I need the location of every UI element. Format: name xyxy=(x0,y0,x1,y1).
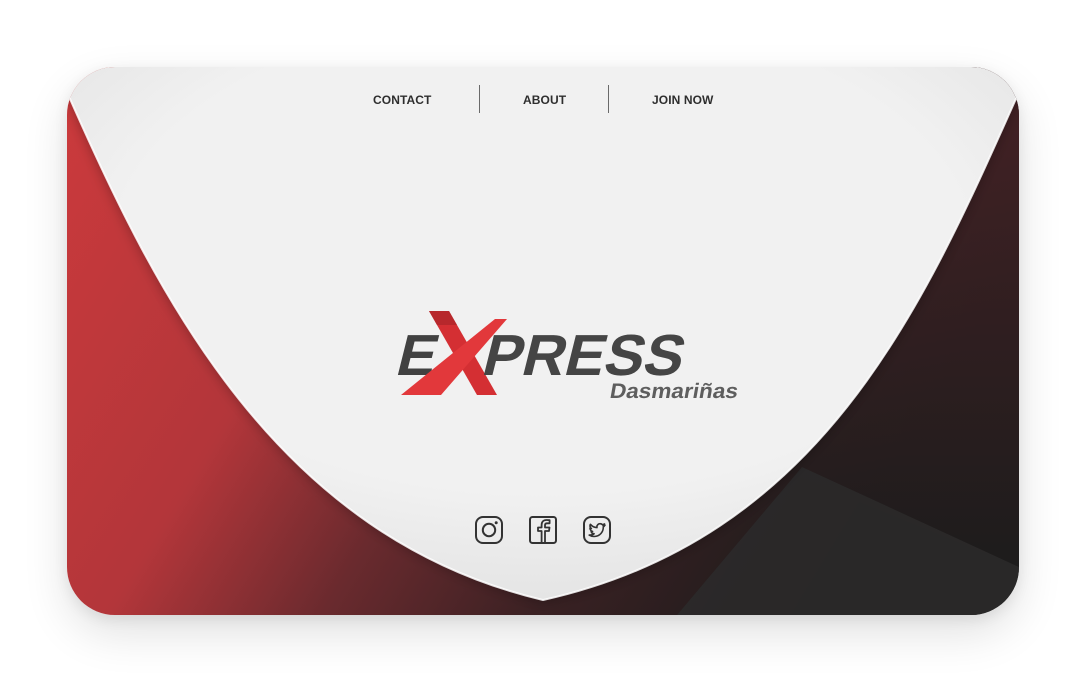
facebook-icon[interactable] xyxy=(528,515,558,545)
express-dasmarinas-logo: E PRESS Dasmariñas xyxy=(385,307,740,403)
logo-press-text: PRESS xyxy=(477,324,693,388)
logo-graphic: E PRESS Dasmariñas xyxy=(391,311,740,403)
page: CONTACT ABOUT JOIN NOW E PRESS Dasmariña… xyxy=(0,0,1085,682)
nav-join-now-link[interactable]: JOIN NOW xyxy=(652,93,713,107)
twitter-icon[interactable] xyxy=(582,515,612,545)
nav-divider xyxy=(608,85,609,113)
hero-card: CONTACT ABOUT JOIN NOW E PRESS Dasmariña… xyxy=(67,67,1019,615)
nav-divider xyxy=(479,85,480,113)
logo-subtitle: Dasmariñas xyxy=(608,380,740,403)
nav-about-link[interactable]: ABOUT xyxy=(523,93,566,107)
nav-contact-link[interactable]: CONTACT xyxy=(373,93,431,107)
instagram-icon[interactable] xyxy=(474,515,504,545)
top-nav: CONTACT ABOUT JOIN NOW xyxy=(67,85,1019,115)
